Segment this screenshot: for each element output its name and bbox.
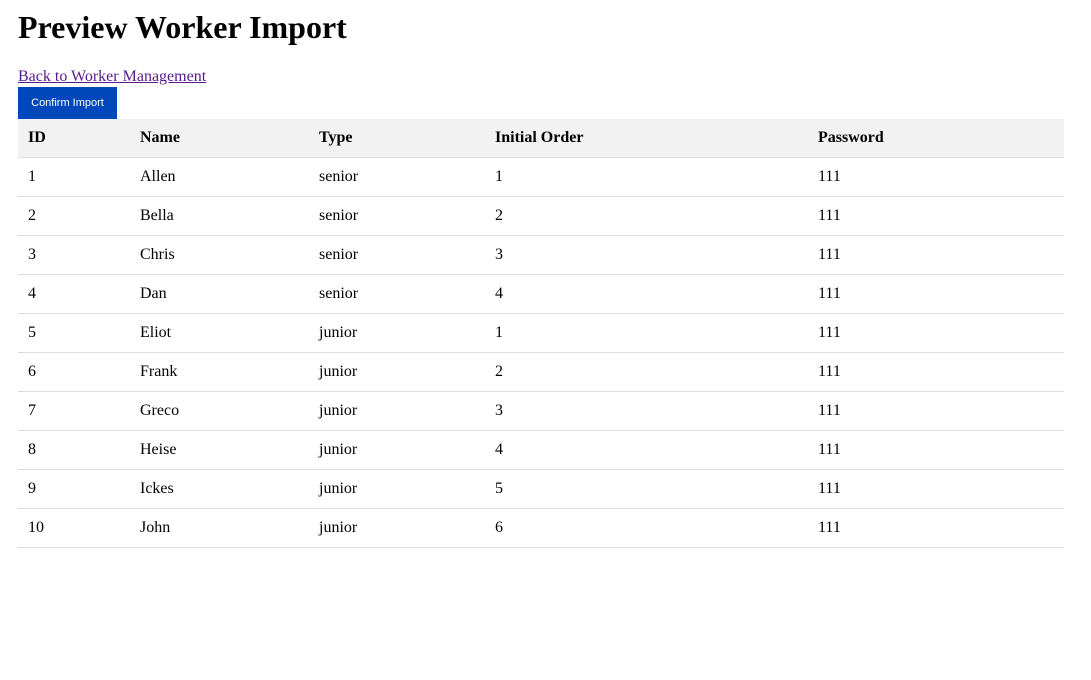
table-row: 3 Chris senior 3 111 [18, 235, 1064, 275]
table-row: 1 Allen senior 1 111 [18, 157, 1064, 197]
cell-name: Ickes [130, 469, 309, 509]
cell-type: junior [309, 313, 485, 353]
cell-id: 9 [18, 469, 130, 509]
cell-initial-order: 2 [485, 352, 808, 392]
cell-password: 111 [808, 469, 1064, 509]
cell-password: 111 [808, 313, 1064, 353]
cell-type: senior [309, 157, 485, 197]
cell-initial-order: 6 [485, 508, 808, 548]
cell-type: senior [309, 196, 485, 236]
back-to-worker-management-link[interactable]: Back to Worker Management [18, 67, 206, 87]
table-header-row: ID Name Type Initial Order Password [18, 119, 1064, 158]
cell-id: 10 [18, 508, 130, 548]
column-header-name: Name [130, 119, 309, 158]
table-row: 8 Heise junior 4 111 [18, 430, 1064, 470]
cell-name: Frank [130, 352, 309, 392]
table-row: 5 Eliot junior 1 111 [18, 313, 1064, 353]
column-header-initial-order: Initial Order [485, 119, 808, 158]
table-row: 10 John junior 6 111 [18, 508, 1064, 548]
cell-name: Bella [130, 196, 309, 236]
confirm-import-button[interactable]: Confirm Import [18, 87, 117, 119]
column-header-id: ID [18, 119, 130, 158]
cell-id: 7 [18, 391, 130, 431]
cell-initial-order: 2 [485, 196, 808, 236]
cell-initial-order: 4 [485, 274, 808, 314]
cell-password: 111 [808, 352, 1064, 392]
cell-name: Heise [130, 430, 309, 470]
cell-type: junior [309, 352, 485, 392]
cell-initial-order: 3 [485, 391, 808, 431]
cell-password: 111 [808, 430, 1064, 470]
cell-password: 111 [808, 196, 1064, 236]
cell-type: junior [309, 508, 485, 548]
cell-id: 6 [18, 352, 130, 392]
cell-initial-order: 5 [485, 469, 808, 509]
table-row: 7 Greco junior 3 111 [18, 391, 1064, 431]
cell-name: Greco [130, 391, 309, 431]
cell-password: 111 [808, 508, 1064, 548]
cell-name: Dan [130, 274, 309, 314]
table-row: 6 Frank junior 2 111 [18, 352, 1064, 392]
column-header-type: Type [309, 119, 485, 158]
cell-name: Chris [130, 235, 309, 275]
cell-id: 2 [18, 196, 130, 236]
cell-id: 4 [18, 274, 130, 314]
cell-type: senior [309, 235, 485, 275]
cell-name: John [130, 508, 309, 548]
cell-id: 3 [18, 235, 130, 275]
cell-type: junior [309, 391, 485, 431]
table-row: 2 Bella senior 2 111 [18, 196, 1064, 236]
worker-preview-table: ID Name Type Initial Order Password 1 All… [18, 119, 1064, 548]
cell-initial-order: 3 [485, 235, 808, 275]
cell-id: 5 [18, 313, 130, 353]
cell-name: Allen [130, 157, 309, 197]
cell-type: junior [309, 430, 485, 470]
cell-password: 111 [808, 391, 1064, 431]
table-body: 1 Allen senior 1 111 2 Bella senior 2 111 3 Chris se… [18, 157, 1064, 548]
table-row: 9 Ickes junior 5 111 [18, 469, 1064, 509]
cell-id: 1 [18, 157, 130, 197]
table-row: 4 Dan senior 4 111 [18, 274, 1064, 314]
cell-type: junior [309, 469, 485, 509]
cell-initial-order: 1 [485, 157, 808, 197]
cell-initial-order: 1 [485, 313, 808, 353]
page-title: Preview Worker Import [18, 9, 347, 45]
cell-initial-order: 4 [485, 430, 808, 470]
cell-name: Eliot [130, 313, 309, 353]
cell-password: 111 [808, 274, 1064, 314]
cell-type: senior [309, 274, 485, 314]
column-header-password: Password [808, 119, 1064, 158]
cell-password: 111 [808, 157, 1064, 197]
cell-id: 8 [18, 430, 130, 470]
cell-password: 111 [808, 235, 1064, 275]
